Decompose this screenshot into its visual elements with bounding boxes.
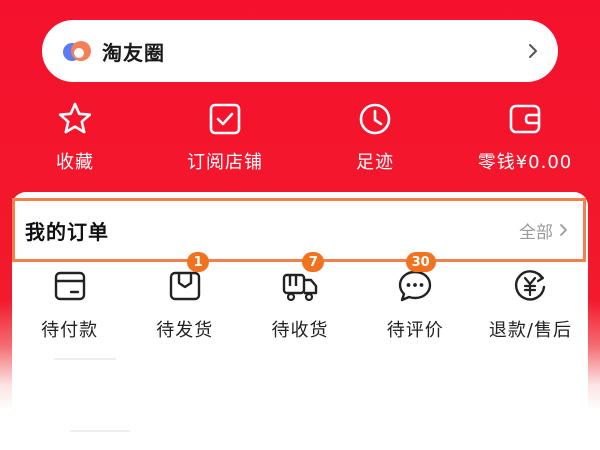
- order-refund-aftersales[interactable]: 退款/售后: [473, 258, 588, 342]
- wallet-icon: [509, 104, 541, 134]
- badge-count: 30: [405, 252, 436, 272]
- order-status-label: 待发货: [156, 320, 214, 341]
- order-status-label: 待评价: [386, 320, 444, 341]
- star-icon: [58, 102, 92, 134]
- view-all-label: 全部: [519, 222, 553, 243]
- order-pending-shipment[interactable]: 1 待发货: [127, 252, 242, 342]
- order-status-label: 退款/售后: [488, 320, 572, 341]
- divider: [54, 358, 116, 360]
- view-all-orders-link[interactable]: 全部: [519, 218, 569, 243]
- taoyouquan-entry[interactable]: 淘友圈: [42, 20, 558, 82]
- order-status-row: 待付款 1 待发货 7 待收货 30 待评价 退款/售后: [12, 252, 588, 342]
- card-icon: [54, 271, 85, 301]
- chevron-right-icon: [526, 42, 540, 60]
- package-icon: [169, 271, 200, 301]
- divider: [70, 430, 130, 432]
- refund-icon: [515, 270, 546, 301]
- taoyouquan-title: 淘友圈: [102, 40, 165, 65]
- badge-count: 1: [187, 252, 210, 272]
- badge-count: 7: [302, 252, 325, 272]
- quick-link-subscribed-shops[interactable]: 订阅店铺: [150, 100, 300, 180]
- taoyouquan-logo-icon: [62, 36, 96, 66]
- clock-icon: [359, 103, 391, 135]
- my-orders-title: 我的订单: [25, 219, 109, 244]
- quick-links: 收藏 订阅店铺 足迹 零钱¥0.00: [0, 100, 600, 180]
- order-pending-review[interactable]: 30 待评价: [358, 252, 473, 342]
- quick-link-label: 零钱¥0.00: [477, 152, 573, 173]
- quick-link-footprints[interactable]: 足迹: [300, 100, 450, 180]
- my-orders-header: 我的订单 全部: [12, 198, 586, 262]
- chat-bubble-icon: [399, 270, 432, 302]
- quick-link-wallet[interactable]: 零钱¥0.00: [450, 100, 600, 180]
- checkbox-icon: [209, 103, 241, 135]
- order-status-label: 待付款: [41, 320, 99, 341]
- order-status-label: 待收货: [271, 320, 329, 341]
- chevron-right-icon: [560, 224, 567, 236]
- quick-link-label: 足迹: [356, 152, 394, 173]
- quick-link-favorites[interactable]: 收藏: [0, 100, 150, 180]
- quick-link-label: 订阅店铺: [187, 152, 263, 173]
- quick-link-label: 收藏: [56, 152, 94, 173]
- order-pending-receipt[interactable]: 7 待收货: [242, 252, 357, 342]
- truck-icon: [282, 273, 318, 302]
- my-orders-card: 我的订单 全部 待付款 1 待发货 7 待收货 30 待评价 退款/售后: [12, 192, 588, 450]
- order-pending-payment[interactable]: 待付款: [12, 258, 127, 342]
